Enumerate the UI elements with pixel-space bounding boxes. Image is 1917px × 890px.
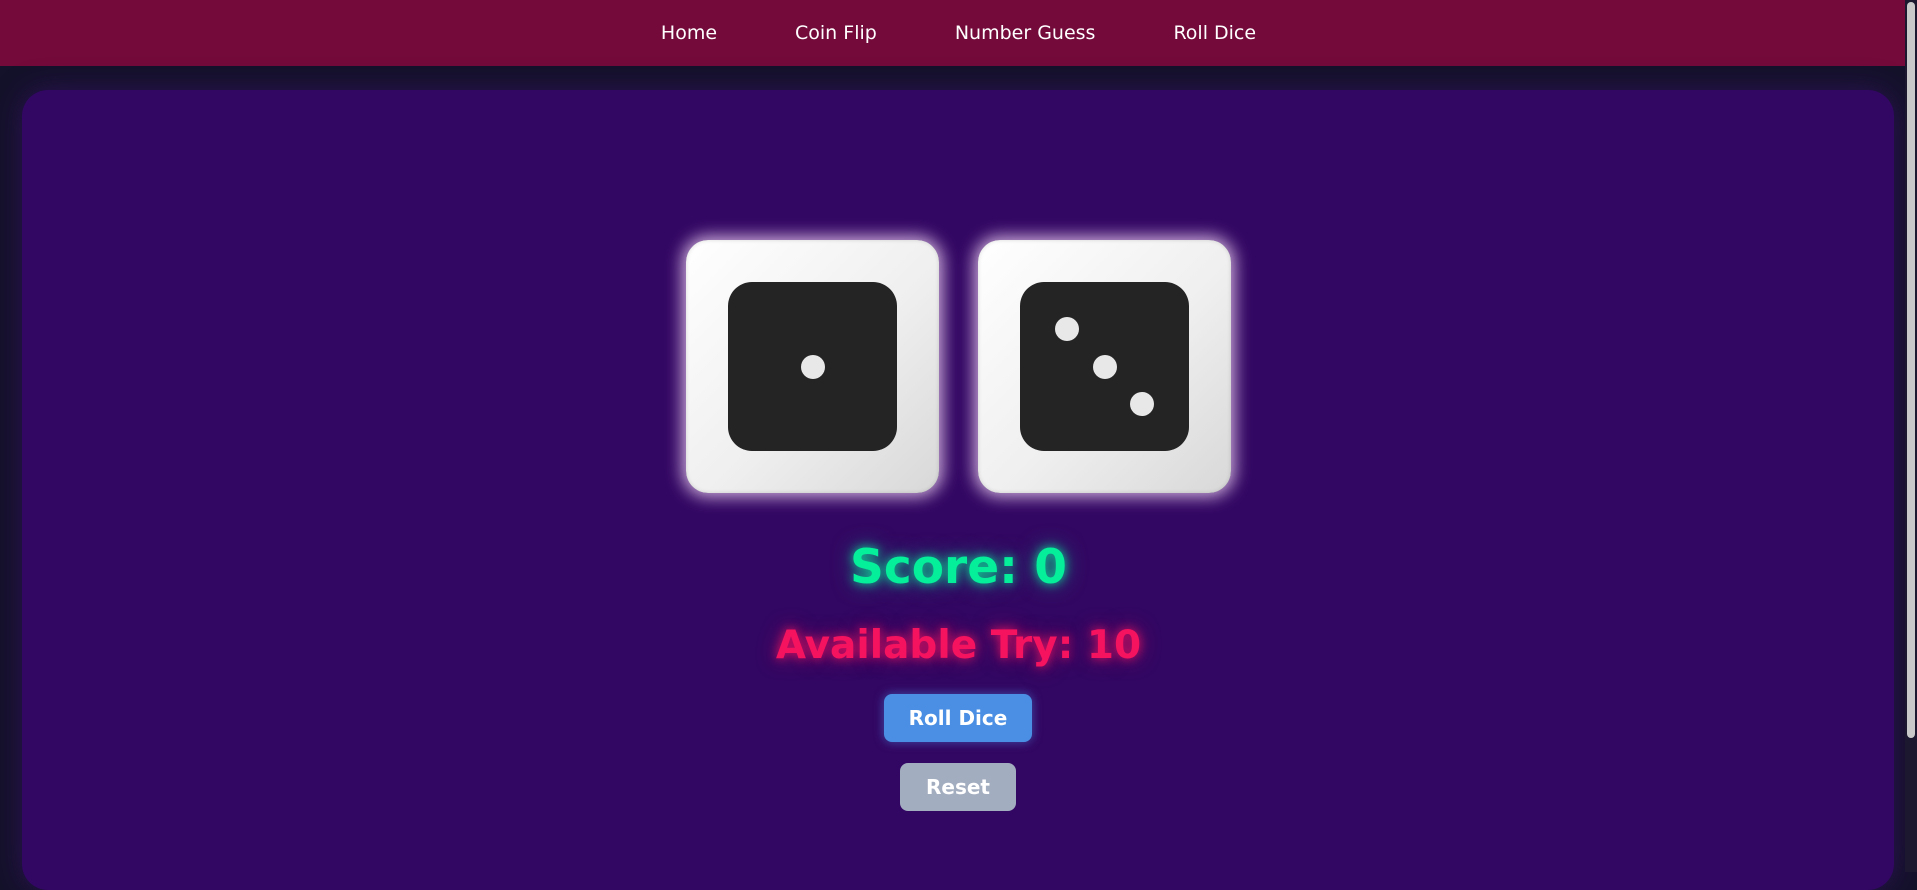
die-pip xyxy=(1092,354,1117,379)
top-navbar: Home Coin Flip Number Guess Roll Dice xyxy=(0,0,1917,66)
die-face xyxy=(728,282,897,451)
die-pip xyxy=(800,354,825,379)
roll-dice-button[interactable]: Roll Dice xyxy=(884,694,1032,742)
die-pip xyxy=(1055,317,1080,342)
reset-button[interactable]: Reset xyxy=(900,763,1016,811)
nav-link-coin-flip[interactable]: Coin Flip xyxy=(795,22,877,44)
die-left xyxy=(686,240,939,493)
nav-link-roll-dice[interactable]: Roll Dice xyxy=(1173,22,1256,44)
die-pip xyxy=(1129,391,1154,416)
die-right xyxy=(978,240,1231,493)
scrollbar-thumb[interactable] xyxy=(1907,2,1915,738)
die-face xyxy=(1020,282,1189,451)
nav-link-number-guess[interactable]: Number Guess xyxy=(955,22,1096,44)
available-tries-display: Available Try: 10 xyxy=(775,623,1142,668)
score-display: Score: 0 xyxy=(850,540,1067,595)
nav-link-home[interactable]: Home xyxy=(661,22,717,44)
page-scrollbar[interactable] xyxy=(1905,0,1917,872)
